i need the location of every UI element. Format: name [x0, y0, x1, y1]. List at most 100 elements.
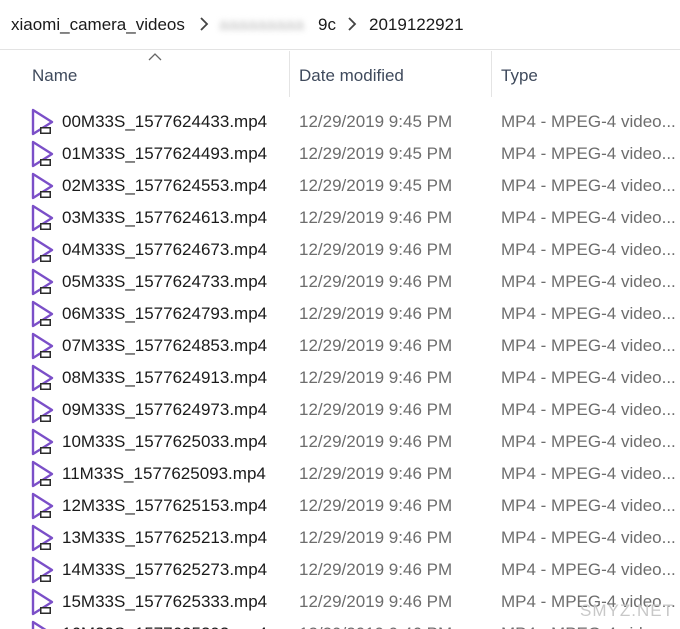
- file-name: 10M33S_1577625033.mp4: [62, 432, 268, 451]
- file-name: 16M33S_1577625393.mp4: [62, 624, 267, 629]
- file-name: 03M33S_1577624613.mp4: [62, 208, 268, 227]
- file-type: MP4 - MPEG-4 video...: [501, 208, 676, 227]
- breadcrumb-item-device[interactable]: 9c: [318, 15, 336, 35]
- file-explorer-window: xiaomi_camera_videos aaaaaaaaa 9c 201912…: [0, 0, 680, 629]
- video-file-icon: [31, 268, 54, 296]
- file-date-modified: 12/29/2019 9:46 PM: [299, 400, 453, 419]
- file-name: 15M33S_1577625333.mp4: [62, 592, 268, 611]
- table-row[interactable]: 00M33S_1577624433.mp4 12/29/2019 9:45 PM M…: [0, 105, 680, 137]
- table-row[interactable]: 04M33S_1577624673.mp4 12/29/2019 9:46 PM M…: [0, 233, 680, 265]
- file-name: 07M33S_1577624853.mp4: [62, 336, 268, 355]
- file-type: MP4 - MPEG-4 video...: [501, 336, 676, 355]
- video-file-icon: [31, 460, 54, 488]
- file-name: 11M33S_1577625093.mp4: [62, 464, 266, 483]
- chevron-right-icon[interactable]: [199, 17, 209, 31]
- table-row[interactable]: 02M33S_1577624553.mp4 12/29/2019 9:45 PM M…: [0, 169, 680, 201]
- file-name: 08M33S_1577624913.mp4: [62, 368, 268, 387]
- file-date-modified: 12/29/2019 9:46 PM: [299, 432, 453, 451]
- video-file-icon: [31, 204, 54, 232]
- file-name: 06M33S_1577624793.mp4: [62, 304, 268, 323]
- video-file-icon: [31, 620, 47, 629]
- file-date-modified: 12/29/2019 9:46 PM: [299, 528, 453, 547]
- column-name[interactable]: Name: [32, 51, 77, 97]
- file-date-modified: 12/29/2019 9:46 PM: [299, 208, 453, 227]
- video-file-icon: [31, 332, 54, 360]
- table-row[interactable]: 14M33S_1577625273.mp4 12/29/2019 9:46 PM M…: [0, 553, 680, 585]
- breadcrumb[interactable]: xiaomi_camera_videos aaaaaaaaa 9c 201912…: [0, 0, 680, 50]
- file-list: 00M33S_1577624433.mp4 12/29/2019 9:45 PM M…: [0, 105, 680, 629]
- chevron-right-icon[interactable]: [347, 17, 357, 31]
- table-row[interactable]: 08M33S_1577624913.mp4 12/29/2019 9:46 PM M…: [0, 361, 680, 393]
- file-date-modified: 12/29/2019 9:45 PM: [299, 176, 453, 195]
- table-row[interactable]: 11M33S_1577625093.mp4 12/29/2019 9:46 PM M…: [0, 457, 680, 489]
- file-type: MP4 - MPEG-4 video...: [501, 496, 676, 515]
- video-file-icon: [31, 140, 54, 168]
- file-type: MP4 - MPEG-4 video...: [501, 400, 676, 419]
- column-divider[interactable]: [289, 51, 290, 97]
- table-row[interactable]: 15M33S_1577625333.mp4 12/29/2019 9:46 PM M…: [0, 585, 680, 617]
- file-date-modified: 12/29/2019 9:46 PM: [299, 624, 452, 629]
- watermark: SMYZ.NET: [580, 601, 674, 620]
- table-row[interactable]: 13M33S_1577625213.mp4 12/29/2019 9:46 PM M…: [0, 521, 680, 553]
- file-type: MP4 - MPEG-4 video...: [501, 272, 676, 291]
- video-file-icon: [31, 396, 54, 424]
- file-name: 12M33S_1577625153.mp4: [62, 496, 268, 515]
- file-type: MP4 - MPEG-4 video...: [501, 144, 676, 163]
- file-name: 01M33S_1577624493.mp4: [62, 144, 268, 163]
- file-date-modified: 12/29/2019 9:46 PM: [299, 368, 453, 387]
- file-name: 02M33S_1577624553.mp4: [62, 176, 268, 195]
- breadcrumb-item-current[interactable]: 2019122921: [369, 15, 464, 35]
- video-file-icon: [31, 172, 54, 200]
- file-name: 14M33S_1577625273.mp4: [62, 560, 268, 579]
- file-date-modified: 12/29/2019 9:45 PM: [299, 144, 453, 163]
- video-file-icon: [31, 556, 54, 584]
- file-type: MP4 - MPEG-4 video...: [501, 368, 676, 387]
- table-row[interactable]: 03M33S_1577624613.mp4 12/29/2019 9:46 PM M…: [0, 201, 680, 233]
- file-type: MP4 - MPEG-4 video...: [501, 432, 676, 451]
- video-file-icon: [31, 588, 54, 616]
- file-type: MP4 - MPEG-4 video...: [501, 624, 676, 629]
- video-file-icon: [31, 300, 54, 328]
- file-date-modified: 12/29/2019 9:46 PM: [299, 336, 453, 355]
- video-file-icon: [31, 108, 54, 136]
- column-type[interactable]: Type: [501, 51, 538, 97]
- file-type: MP4 - MPEG-4 video...: [501, 240, 676, 259]
- table-row[interactable]: 07M33S_1577624853.mp4 12/29/2019 9:46 PM M…: [0, 329, 680, 361]
- file-type: MP4 - MPEG-4 video...: [501, 176, 676, 195]
- table-row[interactable]: 10M33S_1577625033.mp4 12/29/2019 9:46 PM M…: [0, 425, 680, 457]
- table-row[interactable]: 16M33S_1577625393.mp4 12/29/2019 9:46 PM M…: [0, 617, 680, 629]
- breadcrumb-item-redacted[interactable]: aaaaaaaaa: [219, 15, 304, 35]
- file-name: 05M33S_1577624733.mp4: [62, 272, 268, 291]
- file-name: 00M33S_1577624433.mp4: [62, 112, 268, 131]
- file-date-modified: 12/29/2019 9:46 PM: [299, 592, 453, 611]
- video-file-icon: [31, 236, 54, 264]
- column-date-modified[interactable]: Date modified: [299, 51, 404, 97]
- file-date-modified: 12/29/2019 9:45 PM: [299, 112, 453, 131]
- file-type: MP4 - MPEG-4 video...: [501, 464, 676, 483]
- file-type: MP4 - MPEG-4 video...: [501, 304, 676, 323]
- table-row[interactable]: 12M33S_1577625153.mp4 12/29/2019 9:46 PM M…: [0, 489, 680, 521]
- file-type: MP4 - MPEG-4 video...: [501, 112, 676, 131]
- video-file-icon: [31, 524, 54, 552]
- table-row[interactable]: 09M33S_1577624973.mp4 12/29/2019 9:46 PM M…: [0, 393, 680, 425]
- file-date-modified: 12/29/2019 9:46 PM: [299, 464, 453, 483]
- sort-ascending-icon: [148, 53, 162, 61]
- column-divider[interactable]: [491, 51, 492, 97]
- video-file-icon: [31, 428, 54, 456]
- file-type: MP4 - MPEG-4 video...: [501, 560, 676, 579]
- file-date-modified: 12/29/2019 9:46 PM: [299, 496, 453, 515]
- file-date-modified: 12/29/2019 9:46 PM: [299, 304, 453, 323]
- table-row[interactable]: 01M33S_1577624493.mp4 12/29/2019 9:45 PM M…: [0, 137, 680, 169]
- file-type: MP4 - MPEG-4 video...: [501, 528, 676, 547]
- file-name: 04M33S_1577624673.mp4: [62, 240, 268, 259]
- file-date-modified: 12/29/2019 9:46 PM: [299, 560, 453, 579]
- file-date-modified: 12/29/2019 9:46 PM: [299, 240, 453, 259]
- video-file-icon: [31, 492, 54, 520]
- table-row[interactable]: 05M33S_1577624733.mp4 12/29/2019 9:46 PM M…: [0, 265, 680, 297]
- file-name: 09M33S_1577624973.mp4: [62, 400, 268, 419]
- breadcrumb-item-root[interactable]: xiaomi_camera_videos: [11, 15, 185, 35]
- table-row[interactable]: 06M33S_1577624793.mp4 12/29/2019 9:46 PM M…: [0, 297, 680, 329]
- column-header: Name Date modified Type: [0, 51, 680, 97]
- video-file-icon: [31, 364, 54, 392]
- file-name: 13M33S_1577625213.mp4: [62, 528, 268, 547]
